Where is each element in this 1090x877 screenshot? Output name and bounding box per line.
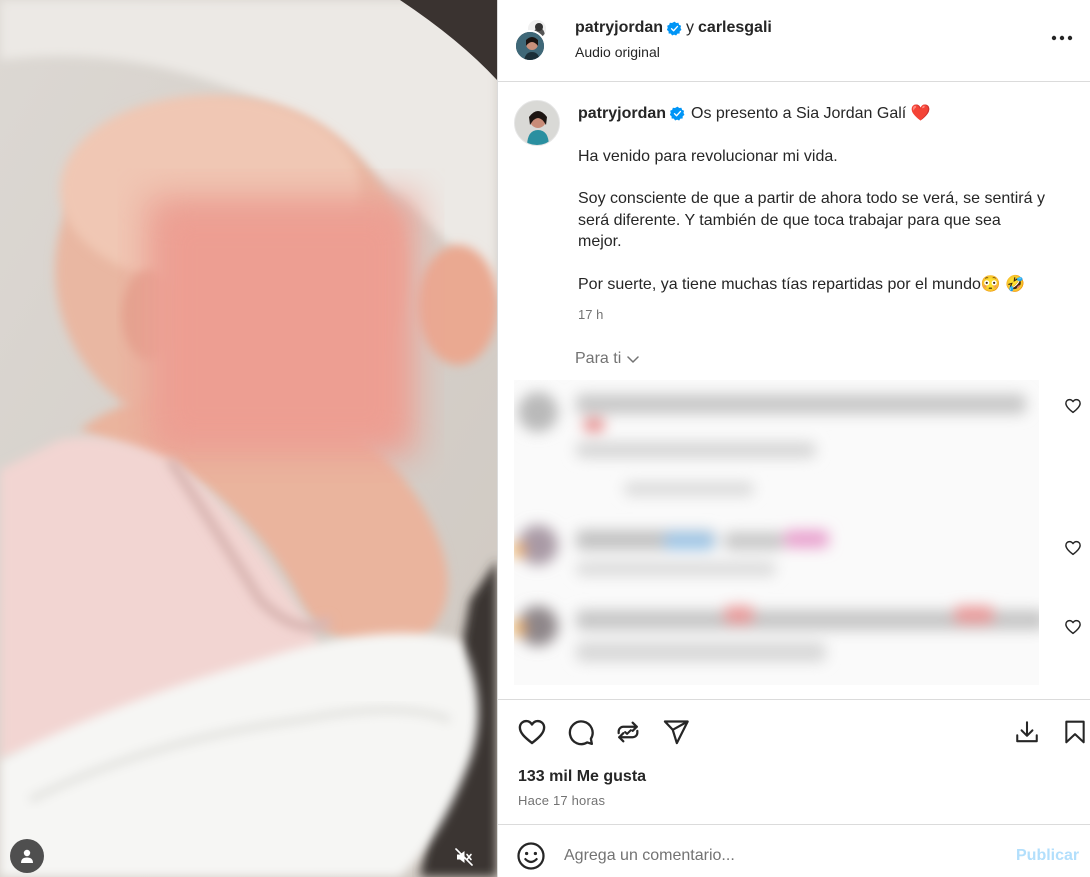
post-header: patryjordan y carlesgali Audio original (498, 0, 1090, 82)
download-icon (1016, 721, 1038, 743)
comment-like-heart-icon[interactable] (1064, 539, 1082, 557)
heart-icon (518, 719, 546, 745)
more-options-button[interactable] (1046, 26, 1078, 50)
post-media[interactable] (0, 0, 497, 877)
mute-icon (455, 848, 473, 866)
caption-title: Os presento a Sia Jordan Galí (691, 105, 907, 122)
publish-button[interactable]: Publicar (1016, 847, 1079, 865)
post-authors: patryjordan y carlesgali (575, 19, 772, 37)
share-button[interactable] (660, 716, 692, 748)
repost-button[interactable] (612, 716, 644, 748)
caption-timestamp[interactable]: 17 h (578, 307, 603, 322)
coauthor-username[interactable]: carlesgali (698, 19, 772, 37)
verified-badge-icon (667, 21, 682, 35)
comment-button[interactable] (564, 716, 596, 748)
avatar-patryjordan[interactable] (514, 30, 546, 62)
coauthor-avatars[interactable] (514, 18, 548, 62)
bookmark-icon (1065, 720, 1085, 744)
download-button[interactable] (1011, 716, 1043, 748)
caption-paragraph-2-line-2: será diferente. Y también de que toca tr… (578, 211, 1001, 229)
post-timestamp: Hace 17 horas (518, 793, 606, 808)
blurred-comments-image (514, 380, 1039, 685)
user-tag-button[interactable] (10, 839, 44, 873)
comments-filter-label: Para ti (575, 350, 622, 367)
post-actions: 133 mil Me gusta Hace 17 horas (498, 699, 1090, 824)
audio-link[interactable]: Audio original (575, 44, 660, 60)
comment-like-heart-icon[interactable] (1064, 397, 1082, 415)
caption-paragraph-3: Por suerte, ya tiene muchas tías reparti… (578, 275, 981, 293)
caption-avatar[interactable] (514, 100, 560, 146)
caption-title-emoji: ❤️ (910, 105, 931, 122)
comment-composer: Publicar (498, 824, 1090, 877)
caption-paragraph-3-emojis: 😳 🤣 (980, 275, 1026, 293)
author-username[interactable]: patryjordan (575, 19, 663, 37)
likes-count[interactable]: 133 mil Me gusta (518, 768, 646, 786)
more-options-icon (1051, 35, 1073, 41)
comment-icon (568, 719, 594, 745)
user-tag-icon (21, 849, 33, 863)
caption-paragraph-1: Ha venido para revolucionar mi vida. (578, 147, 838, 165)
comment-input[interactable] (564, 844, 984, 868)
comments-filter-dropdown[interactable]: Para ti (575, 350, 640, 368)
chevron-down-icon (627, 356, 639, 363)
caption-text: patryjordan Os presento a Sia Jordan Gal… (578, 103, 1068, 295)
author-connector: y (686, 19, 695, 36)
verified-badge-icon (670, 106, 685, 121)
mute-button[interactable] (450, 843, 478, 871)
like-button[interactable] (516, 716, 548, 748)
caption-paragraph-2-line-3: mejor. (578, 233, 622, 250)
repost-icon (617, 721, 639, 743)
save-button[interactable] (1059, 716, 1090, 748)
share-icon (663, 720, 689, 745)
blurred-comments (514, 380, 1039, 685)
post-details-panel: patryjordan y carlesgali Audio original … (497, 0, 1090, 877)
emoji-icon[interactable] (516, 841, 546, 871)
baby-photo (0, 0, 497, 877)
comment-like-heart-icon[interactable] (1064, 618, 1082, 636)
caption-paragraph-2-line-1: Soy consciente de que a partir de ahora … (578, 190, 1045, 207)
caption-username[interactable]: patryjordan (578, 105, 666, 122)
